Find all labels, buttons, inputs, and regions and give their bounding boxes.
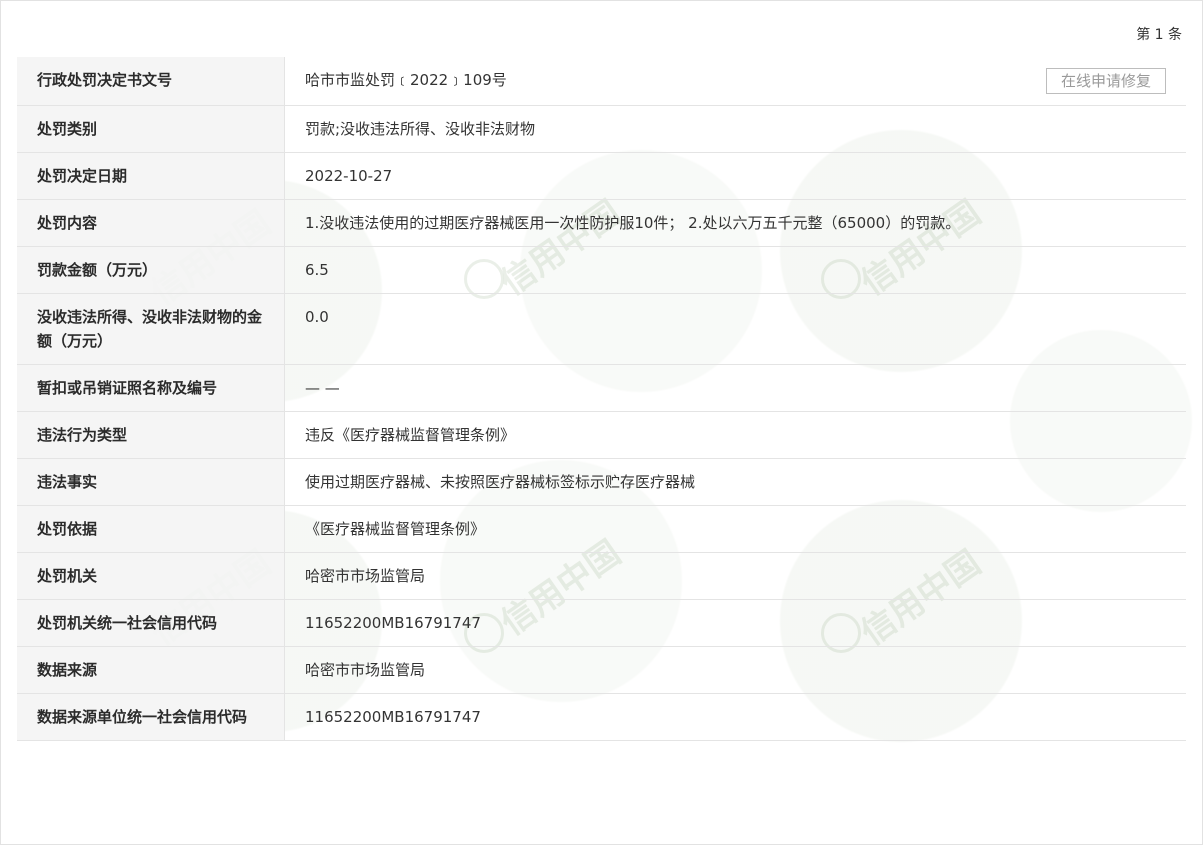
row-label: 处罚决定日期 [17,152,285,200]
row-label: 没收违法所得、没收非法财物的金额（万元） [17,293,285,365]
online-repair-button[interactable]: 在线申请修复 [1045,68,1166,94]
row-value: 11652200MB16791747 [284,599,1186,647]
row-value: 哈密市市场监管局 [284,646,1186,694]
row-value: 哈市市监处罚﹝2022﹞109号 [305,71,507,89]
table-row: 暂扣或吊销证照名称及编号 — — [17,364,1186,412]
record-panel: 信用中国 信用中国 信用中国 信用中国 信用中国 信用中国 第 1 条 行政处罚… [0,0,1203,845]
row-value: 哈密市市场监管局 [284,552,1186,600]
table-row: 没收违法所得、没收非法财物的金额（万元） 0.0 [17,293,1186,365]
table-row: 处罚机关 哈密市市场监管局 [17,552,1186,600]
row-value: 使用过期医疗器械、未按照医疗器械标签标示贮存医疗器械 [284,458,1186,506]
row-label: 数据来源单位统一社会信用代码 [17,693,285,741]
table-row: 处罚类别 罚款;没收违法所得、没收非法财物 [17,105,1186,153]
row-value: 0.0 [284,293,1186,365]
table-row: 违法事实 使用过期医疗器械、未按照医疗器械标签标示贮存医疗器械 [17,458,1186,506]
row-label: 处罚类别 [17,105,285,153]
row-label: 暂扣或吊销证照名称及编号 [17,364,285,412]
row-value: 2022-10-27 [284,152,1186,200]
table-row: 违法行为类型 违反《医疗器械监督管理条例》 [17,411,1186,459]
row-label: 处罚内容 [17,199,285,247]
row-label: 处罚依据 [17,505,285,553]
row-value: 11652200MB16791747 [284,693,1186,741]
table-row: 处罚内容 1.没收违法使用的过期医疗器械医用一次性防护服10件； 2.处以六万五… [17,199,1186,247]
row-value: 《医疗器械监督管理条例》 [284,505,1186,553]
row-label: 违法事实 [17,458,285,506]
table-row: 数据来源 哈密市市场监管局 [17,646,1186,694]
page-indicator: 第 1 条 [1136,27,1182,43]
table-row: 行政处罚决定书文号 哈市市监处罚﹝2022﹞109号 在线申请修复 [17,57,1186,106]
row-label: 处罚机关 [17,552,285,600]
row-label: 处罚机关统一社会信用代码 [17,599,285,647]
table-row: 数据来源单位统一社会信用代码 11652200MB16791747 [17,693,1186,741]
row-value: 1.没收违法使用的过期医疗器械医用一次性防护服10件； 2.处以六万五千元整（6… [284,199,1186,247]
row-value: 6.5 [284,246,1186,294]
penalty-detail-table: 行政处罚决定书文号 哈市市监处罚﹝2022﹞109号 在线申请修复 处罚类别 罚… [17,57,1186,741]
row-label: 违法行为类型 [17,411,285,459]
table-row: 处罚依据 《医疗器械监督管理条例》 [17,505,1186,553]
row-label: 数据来源 [17,646,285,694]
row-value: — — [284,364,1186,412]
row-value-cell: 哈市市监处罚﹝2022﹞109号 在线申请修复 [284,57,1186,106]
table-row: 处罚机关统一社会信用代码 11652200MB16791747 [17,599,1186,647]
row-value: 罚款;没收违法所得、没收非法财物 [284,105,1186,153]
table-row: 罚款金额（万元） 6.5 [17,246,1186,294]
table-row: 处罚决定日期 2022-10-27 [17,152,1186,200]
row-label: 罚款金额（万元） [17,246,285,294]
row-label: 行政处罚决定书文号 [17,57,285,106]
row-value: 违反《医疗器械监督管理条例》 [284,411,1186,459]
